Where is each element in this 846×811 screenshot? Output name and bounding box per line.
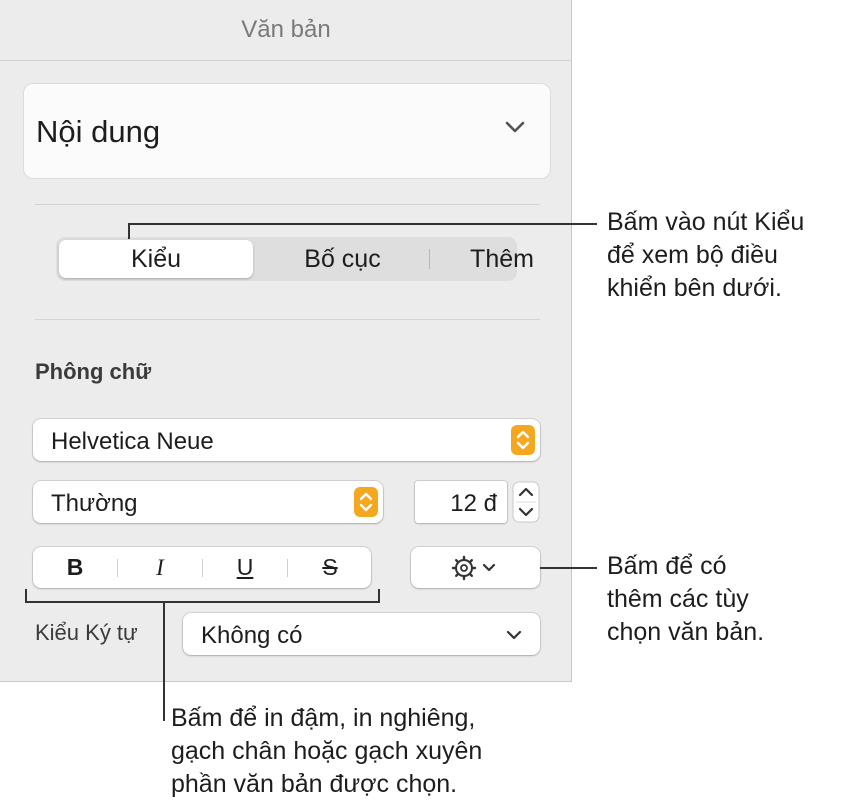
font-size-value: 12 đ — [450, 490, 497, 517]
paragraph-style-dropdown[interactable]: Nội dung — [23, 83, 551, 179]
callout-line-text: để xem bộ điều — [607, 241, 778, 269]
tab-control: Kiểu Bố cục Thêm — [56, 237, 534, 281]
callout-line-text: khiển bên dưới. — [607, 274, 782, 302]
typeface-popup[interactable]: Thường — [33, 481, 383, 523]
tab-style[interactable]: Kiểu — [59, 240, 253, 278]
character-style-label: Kiểu Ký tự — [35, 620, 138, 645]
callout-line-text: phần văn bản được chọn. — [171, 770, 458, 798]
callout-line-text: Bấm để có — [607, 552, 727, 580]
font-family-popup[interactable]: Helvetica Neue — [33, 419, 540, 461]
callout-line-text: thêm các tùy — [607, 585, 749, 613]
advanced-options-button[interactable] — [411, 547, 540, 588]
callout-more-options: Bấm để có thêm các tùy chọn văn bản. — [607, 550, 764, 649]
bold-button[interactable]: B — [33, 547, 117, 588]
callout-line-text: Bấm để in đậm, in nghiêng, — [171, 704, 476, 732]
callout-line-text: Bấm vào nút Kiểu — [607, 208, 805, 236]
callout-line — [128, 223, 597, 225]
text-format-buttons: B I U S — [33, 547, 371, 588]
callout-bracket — [25, 601, 380, 603]
italic-button[interactable]: I — [118, 547, 202, 588]
paragraph-style-value: Nội dung — [36, 114, 161, 149]
format-sidebar: Văn bản Nội dung Kiểu Bố cục Thêm Phông … — [0, 0, 572, 682]
tab-layout[interactable]: Bố cục — [256, 237, 429, 281]
popup-arrows-icon — [354, 487, 378, 517]
font-section-label: Phông chữ — [35, 359, 152, 384]
tab-more[interactable]: Thêm — [430, 237, 574, 281]
callout-line — [163, 601, 165, 721]
gear-icon — [451, 555, 496, 581]
callout-line — [128, 223, 130, 239]
typeface-value: Thường — [51, 490, 138, 517]
character-style-value: Không có — [201, 622, 303, 649]
callout-bracket — [378, 589, 380, 603]
callout-tabs: Bấm vào nút Kiểu để xem bộ điều khiển bê… — [607, 206, 804, 305]
divider — [35, 204, 540, 205]
popup-arrows-icon — [511, 425, 535, 455]
callout-bracket — [25, 589, 27, 603]
callout-line-text: gạch chân hoặc gạch xuyên — [171, 737, 483, 765]
chevron-down-icon — [505, 121, 525, 133]
underline-button[interactable]: U — [203, 547, 287, 588]
divider — [35, 319, 540, 320]
strikethrough-button[interactable]: S — [288, 547, 372, 588]
panel-title: Văn bản — [0, 0, 572, 61]
callout-line — [540, 567, 597, 569]
font-size-stepper[interactable] — [512, 481, 540, 523]
chevron-down-icon — [506, 630, 522, 640]
font-size-field[interactable]: 12 đ — [415, 481, 507, 523]
callout-format: Bấm để in đậm, in nghiêng, gạch chân hoặ… — [171, 702, 482, 801]
font-family-value: Helvetica Neue — [51, 428, 214, 455]
callout-line-text: chọn văn bản. — [607, 618, 765, 646]
character-style-popup[interactable]: Không có — [183, 613, 540, 655]
